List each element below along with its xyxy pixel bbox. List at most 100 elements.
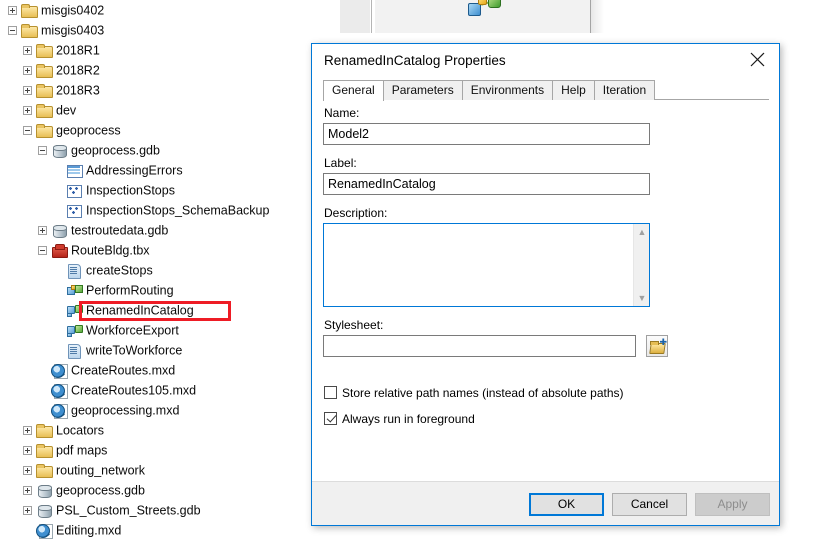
cancel-button[interactable]: Cancel [612,493,687,516]
tree-item-label: 2018R3 [56,83,100,98]
tab-help[interactable]: Help [552,80,595,100]
close-icon[interactable] [735,44,779,75]
tree-item[interactable]: RenamedInCatalog [0,300,311,320]
tree-item[interactable]: routing_network [0,460,311,480]
checkbox-row-foreground[interactable]: Always run in foreground [324,412,475,426]
checkbox-row-relative-paths[interactable]: Store relative path names (instead of ab… [324,386,624,400]
ok-button[interactable]: OK [529,493,604,516]
tree-item[interactable]: InspectionStops_SchemaBackup [0,200,311,220]
background-shadow [590,0,604,33]
expand-icon[interactable] [23,46,32,56]
collapse-icon[interactable] [23,126,32,136]
description-scrollbar[interactable]: ▲ ▼ [633,224,649,306]
model-tool-yellow-icon [478,0,487,5]
tree-item[interactable]: PerformRouting [0,280,311,300]
tree-item[interactable]: geoprocess.gdb [0,480,311,500]
dialog-title: RenamedInCatalog Properties [324,53,506,68]
collapse-icon[interactable] [38,146,47,156]
apply-button[interactable]: Apply [695,493,770,516]
tree-item-label: testroutedata.gdb [71,223,169,238]
tree-item[interactable]: geoprocessing.mxd [0,400,311,420]
stylesheet-input[interactable] [323,335,636,357]
expand-icon[interactable] [23,66,32,76]
tree-item[interactable]: testroutedata.gdb [0,220,311,240]
expand-icon[interactable] [8,6,17,16]
tree-item[interactable]: PSL_Custom_Streets.gdb [0,500,311,520]
expand-icon[interactable] [23,466,32,476]
tree-item[interactable]: misgis0403 [0,20,311,40]
tree-item[interactable]: 2018R3 [0,80,311,100]
expand-icon[interactable] [23,426,32,436]
tree-item-label: CreateRoutes.mxd [71,363,176,378]
tree-item[interactable]: CreateRoutes.mxd [0,360,311,380]
expand-icon[interactable] [23,86,32,96]
tab-iteration[interactable]: Iteration [593,80,656,100]
expand-icon[interactable] [23,106,32,116]
magnifier-handle-icon [59,410,65,416]
tree-item[interactable]: geoprocess [0,120,311,140]
tree-item[interactable]: RouteBldg.tbx [0,240,311,260]
tree-item-label: CreateRoutes105.mxd [71,383,197,398]
tree-item-label: dev [56,103,77,118]
store-relative-paths-checkbox[interactable] [324,386,337,399]
description-textarea[interactable] [324,224,632,306]
tab-parameters[interactable]: Parameters [382,80,463,100]
properties-dialog: RenamedInCatalog Properties General Param… [311,43,780,526]
expand-icon[interactable] [23,486,32,496]
catalog-tree[interactable]: misgis0402 misgis0403 2018R1 2018R2 2018R3 de… [0,0,311,539]
tree-item[interactable]: InspectionStops [0,180,311,200]
folder-icon [36,423,53,439]
tree-item[interactable]: 2018R1 [0,40,311,60]
mxd-icon [51,363,68,380]
label-input[interactable] [323,173,650,195]
gdb-icon [36,483,52,499]
expand-icon[interactable] [23,446,32,456]
pts-icon [66,183,82,199]
tree-item[interactable]: Editing.mxd [0,520,311,539]
screen-root: misgis0402 misgis0403 2018R1 2018R2 2018R3 de… [0,0,821,539]
tree-item[interactable]: pdf maps [0,440,311,460]
folder-icon [36,443,53,459]
tab-environments[interactable]: Environments [461,80,554,100]
expand-icon[interactable] [23,506,32,516]
tree-item[interactable]: 2018R2 [0,60,311,80]
tree-item[interactable]: Locators [0,420,311,440]
tab-general[interactable]: General [323,80,384,101]
folder-icon [36,123,53,139]
collapse-icon[interactable] [8,26,17,36]
dialog-tab-strip[interactable]: General Parameters Environments Help Iterati… [323,80,769,101]
tree-item-label: InspectionStops [86,183,175,198]
collapse-icon[interactable] [38,246,47,256]
tree-item-label: misgis0402 [41,3,105,18]
tree-item-label: RenamedInCatalog [86,303,194,318]
gdb-icon [36,503,52,519]
scroll-down-icon[interactable]: ▼ [634,290,650,306]
tree-item[interactable]: createStops [0,260,311,280]
magnifier-handle-icon [44,530,50,536]
tree-item[interactable]: geoprocess.gdb [0,140,311,160]
expand-icon[interactable] [38,226,47,236]
gdb-icon [51,143,67,159]
tree-item[interactable]: WorkforceExport [0,320,311,340]
tree-item-label: AddressingErrors [86,163,183,178]
description-box: ▲ ▼ [323,223,650,307]
tree-item[interactable]: CreateRoutes105.mxd [0,380,311,400]
tree-item[interactable]: dev [0,100,311,120]
tree-item[interactable]: writeToWorkforce [0,340,311,360]
scroll-up-icon[interactable]: ▲ [634,224,650,240]
always-run-foreground-checkbox[interactable] [324,412,337,425]
tree-item[interactable]: misgis0402 [0,0,311,20]
script-icon [66,343,82,360]
tree-item-label: WorkforceExport [86,323,179,338]
folder-icon [36,463,53,479]
tree-item[interactable]: AddressingErrors [0,160,311,180]
stylesheet-browse-button[interactable]: ✚ [646,335,668,357]
mxd-icon [51,403,68,420]
name-input[interactable] [323,123,650,145]
